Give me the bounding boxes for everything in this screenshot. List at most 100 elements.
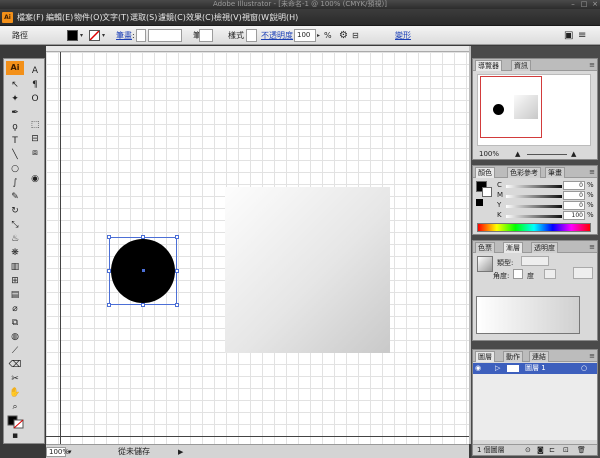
gradient-location-input[interactable]	[544, 269, 556, 279]
scissors-tool-icon[interactable]: ✂	[7, 373, 23, 385]
handle-bottom-left[interactable]	[107, 303, 111, 307]
gradient-type-select[interactable]	[521, 256, 549, 266]
slider-m[interactable]: M 0 %	[497, 191, 595, 200]
status-text[interactable]: 從未儲存	[118, 445, 150, 458]
eyedropper-tool-icon[interactable]: ⌀	[7, 303, 23, 315]
expand-triangle-icon[interactable]: ▷	[495, 363, 500, 374]
zoom-tool-icon[interactable]: ⌕	[7, 401, 23, 413]
opacity-link[interactable]: 不透明度	[261, 26, 293, 45]
document-canvas[interactable]	[46, 46, 469, 444]
menu-help[interactable]: 說明(H)	[270, 9, 298, 26]
handle-bottom-middle[interactable]	[141, 303, 145, 307]
tab-navigator[interactable]: 導覽器	[475, 60, 502, 71]
menu-select[interactable]: 選取(S)	[130, 9, 157, 26]
screen-mode-icon[interactable]: ▪	[7, 430, 23, 442]
selection-tool-icon[interactable]: ↖	[7, 79, 23, 91]
blend-tool-icon[interactable]: ⧉	[7, 317, 23, 329]
tab-gradient[interactable]: 漸層	[503, 242, 523, 253]
stroke-weight-input[interactable]	[148, 29, 182, 42]
tab-color[interactable]: 顏色	[475, 167, 495, 178]
panel-menu-icon[interactable]: ≡	[578, 26, 586, 45]
graph-tool-icon[interactable]: ▥	[7, 261, 23, 273]
pen-tool-icon[interactable]: ✒	[7, 107, 23, 119]
tab-swatches[interactable]: 色票	[475, 242, 495, 253]
color-stroke-box[interactable]	[482, 187, 492, 197]
workspace-icon[interactable]: ▣	[564, 26, 573, 45]
handle-bottom-right[interactable]	[175, 303, 179, 307]
pathfinder-panel-icon[interactable]: ⧈	[27, 147, 43, 159]
new-sublayer-icon[interactable]: ⊏	[549, 445, 555, 456]
zoom-field[interactable]: 100%	[46, 447, 69, 457]
hand-tool-icon[interactable]: ✋	[7, 387, 23, 399]
recolor-icon[interactable]: ⚙	[339, 26, 348, 45]
stroke-dropdown-icon[interactable]: ▾	[102, 31, 108, 40]
tab-info[interactable]: 資訊	[511, 60, 531, 71]
locate-object-icon[interactable]: ⊙	[525, 445, 531, 456]
fill-swatch[interactable]	[67, 30, 78, 41]
color-menu-icon[interactable]: ≡	[589, 167, 595, 177]
rectangle-tool-icon[interactable]: ○	[7, 163, 23, 175]
appearance-panel-icon[interactable]: ◉	[27, 173, 43, 185]
tab-links[interactable]: 連結	[529, 351, 549, 362]
tab-stroke[interactable]: 筆畫	[545, 167, 565, 178]
navigator-zoom-slider[interactable]	[527, 154, 567, 155]
last-color-swatch[interactable]	[476, 199, 483, 206]
zoom-out-icon[interactable]: ▲	[515, 149, 520, 160]
zoom-dropdown-icon[interactable]: ▾	[68, 445, 72, 458]
magic-wand-tool-icon[interactable]: ✦	[7, 93, 23, 105]
status-arrow-icon[interactable]: ▶	[178, 445, 183, 458]
navigator-menu-icon[interactable]: ≡	[589, 60, 595, 70]
color-spectrum[interactable]	[477, 223, 591, 232]
layer-row[interactable]: ◉ ▷ 圖層 1 ○	[473, 363, 597, 374]
live-paint-tool-icon[interactable]: ◍	[7, 331, 23, 343]
align-icon[interactable]: ⊟	[352, 26, 359, 45]
visibility-eye-icon[interactable]: ◉	[475, 363, 481, 374]
menu-view[interactable]: 檢視(V)	[214, 9, 242, 26]
menu-filter[interactable]: 濾鏡(C)	[158, 9, 186, 26]
delete-layer-icon[interactable]: 🗑	[577, 445, 586, 456]
gradient-menu-icon[interactable]: ≡	[589, 242, 595, 252]
opacity-dropdown-icon[interactable]: ▸	[317, 31, 323, 40]
navigator-zoom-value[interactable]: 100%	[479, 149, 499, 160]
handle-middle-left[interactable]	[107, 269, 111, 273]
handle-top-left[interactable]	[107, 235, 111, 239]
stroke-link[interactable]: 筆畫	[116, 26, 132, 45]
rotate-tool-icon[interactable]: ↻	[7, 205, 23, 217]
eraser-tool-icon[interactable]: ⌫	[7, 359, 23, 371]
menu-file[interactable]: 檔案(F)	[17, 9, 44, 26]
mesh-tool-icon[interactable]: ⊞	[7, 275, 23, 287]
symbol-sprayer-tool-icon[interactable]: ❋	[7, 247, 23, 259]
handle-top-right[interactable]	[175, 235, 179, 239]
paintbrush-tool-icon[interactable]: ∫	[7, 177, 23, 189]
fill-dropdown-icon[interactable]: ▾	[80, 31, 86, 40]
tab-actions[interactable]: 動作	[503, 351, 523, 362]
gradient-angle-input[interactable]	[513, 269, 523, 279]
layer-name[interactable]: 圖層 1	[525, 363, 546, 374]
opacity-input[interactable]: 100	[294, 29, 316, 42]
scale-tool-icon[interactable]: ⤡	[7, 219, 23, 231]
target-icon[interactable]: ○	[581, 363, 587, 374]
warp-tool-icon[interactable]: ♨	[7, 233, 23, 245]
tab-color-guide[interactable]: 色彩參考	[507, 167, 541, 178]
gradient-tool-icon[interactable]: ▤	[7, 289, 23, 301]
handle-middle-right[interactable]	[175, 269, 179, 273]
type-tool-icon[interactable]: T	[7, 135, 23, 147]
opentype-panel-icon[interactable]: O	[27, 93, 43, 105]
slider-k[interactable]: K 100 %	[497, 211, 595, 220]
type-panel-icon[interactable]: A	[27, 65, 43, 77]
stroke-swatch[interactable]	[89, 30, 100, 41]
layers-menu-icon[interactable]: ≡	[589, 351, 595, 361]
transform-link[interactable]: 變形	[395, 26, 411, 45]
align-panel-icon[interactable]: ⊟	[27, 133, 43, 145]
navigator-thumbnail[interactable]	[477, 74, 591, 146]
gradient-swatch-preview[interactable]	[573, 267, 593, 279]
transform-panel-icon[interactable]: ⬚	[27, 119, 43, 131]
make-clipping-mask-icon[interactable]: ◙	[537, 445, 544, 456]
slider-c[interactable]: C 0 %	[497, 181, 595, 190]
paragraph-panel-icon[interactable]: ¶	[27, 79, 43, 91]
menu-edit[interactable]: 編輯(E)	[46, 9, 73, 26]
menu-effect[interactable]: 效果(C)	[186, 9, 214, 26]
slice-tool-icon[interactable]: ⟋	[7, 345, 23, 357]
lasso-tool-icon[interactable]: ϙ	[7, 121, 23, 133]
fill-stroke-icon[interactable]	[7, 415, 25, 429]
